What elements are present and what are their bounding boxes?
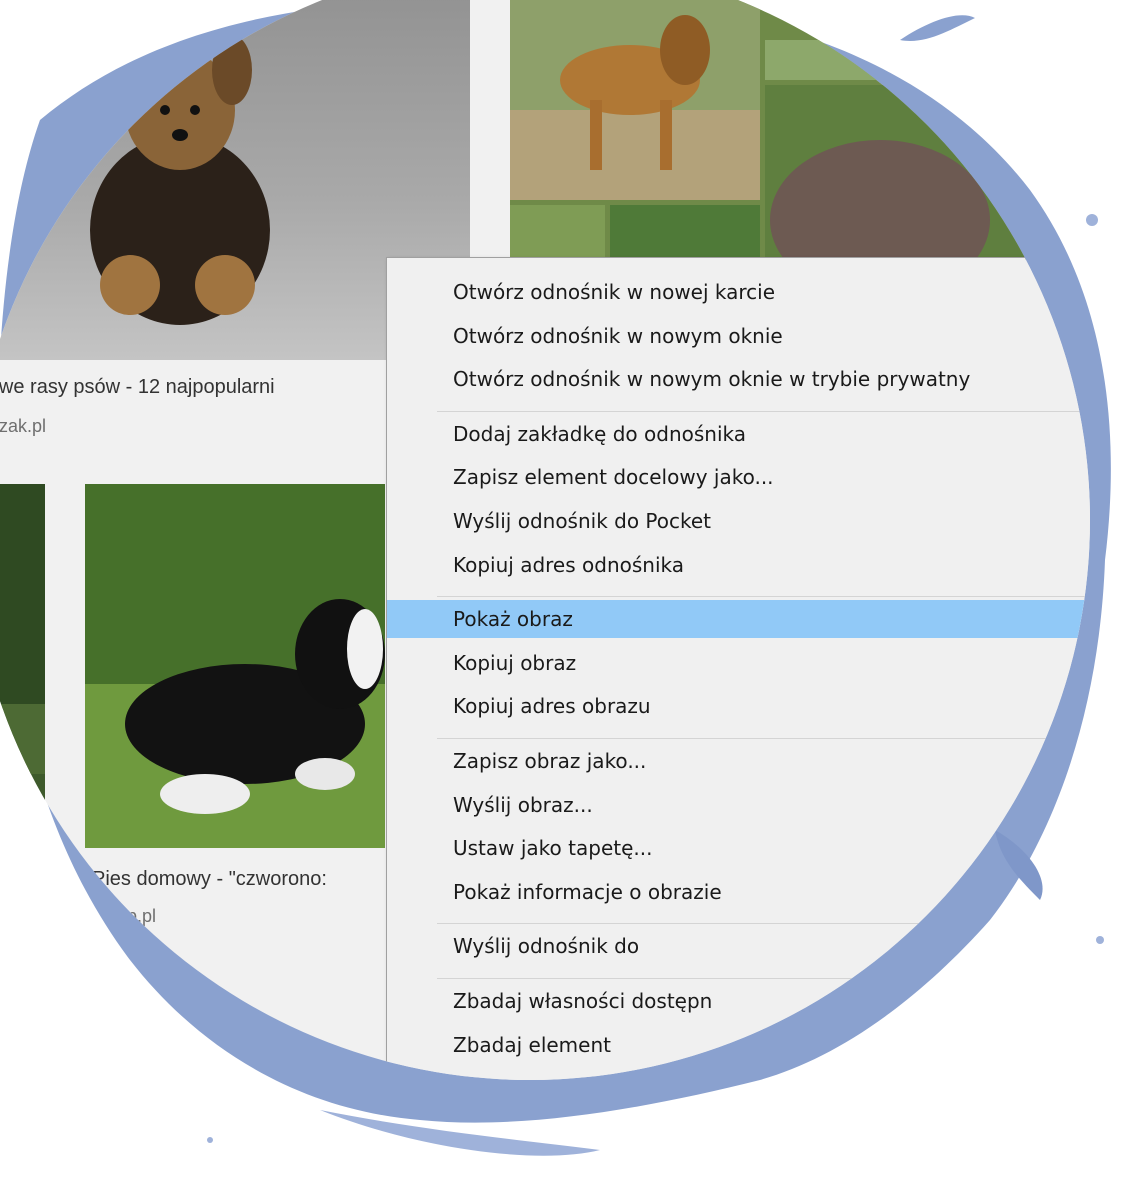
context-menu-item-label: Otwórz odnośnik w nowej karcie: [453, 280, 776, 304]
context-menu-separator: [437, 410, 1090, 412]
context-menu-item[interactable]: Kopiuj adres odnośnika: [387, 546, 1090, 584]
result-source-2: ¹ikp.pl: [108, 906, 157, 926]
context-menu-item[interactable]: Kopiuj obraz: [387, 644, 1090, 682]
context-menu-item-label: Zapisz element docelowy jako...: [453, 465, 774, 490]
magnified-lens: urowe rasy psów - 12 najpopularni vierza…: [0, 0, 1090, 1080]
context-menu-item-label: Kopiuj adres odnośnika: [453, 552, 684, 577]
context-menu-item-label: Zbadaj własności dostępn: [453, 989, 713, 1013]
context-menu-item-label: Wyślij odnośnik do Pocket: [453, 509, 712, 533]
context-menu-item[interactable]: Zapisz element docelowy jako...: [387, 458, 1090, 496]
context-menu-item[interactable]: Zbadaj własności dostępn: [387, 982, 1090, 1020]
bloodhound-collage-image: [510, 0, 1090, 260]
context-menu-item-label: Dodaj zakładkę do odnośnika: [453, 421, 746, 446]
context-menu-item[interactable]: Wyślij obraz...: [387, 786, 1090, 824]
result-thumbnail-bloodhound[interactable]: [510, 0, 1090, 260]
context-menu-item-label: Wyślij odnośnik do: [453, 934, 640, 959]
context-menu-item-label: Pokaż obraz: [453, 607, 573, 632]
image-search-page: urowe rasy psów - 12 najpopularni vierza…: [0, 0, 1090, 1080]
context-menu-item[interactable]: Wyślij odnośnik do Pocket: [387, 502, 1090, 540]
context-menu-item[interactable]: Otwórz odnośnik w nowym oknie: [387, 317, 1090, 355]
context-menu-item[interactable]: Ustaw jako tapetę...: [387, 829, 1090, 867]
context-menu-item-label: Wyślij obraz...: [453, 792, 593, 817]
border-collie-image: [85, 484, 385, 848]
context-menu-separator: [437, 738, 1090, 739]
context-menu: Otwórz odnośnik w nowej karcie Otwórz odn…: [386, 257, 1090, 1080]
context-menu-item[interactable]: Zapisz obraz jako...: [387, 742, 1090, 780]
context-menu-item-label: Zbadaj element: [453, 1032, 611, 1057]
context-menu-item[interactable]: Dodaj zakładkę do odnośnika: [387, 415, 1090, 453]
context-menu-item-label: Pokaż informacje o obrazie: [453, 879, 722, 904]
context-menu-item-label: Otwórz odnośnik w nowym oknie w trybie p…: [453, 367, 971, 392]
context-menu-item[interactable]: Otwórz odnośnik w nowej karcie: [387, 273, 1090, 311]
context-menu-separator: [437, 923, 1090, 925]
result-caption-2[interactable]: Pies domowy - "czworono:: [92, 868, 327, 891]
context-menu-item[interactable]: Otwórz odnośnik w nowym oknie w trybie p…: [387, 360, 1090, 398]
context-menu-item[interactable]: Wyślij odnośnik do: [387, 927, 1090, 965]
context-menu-item[interactable]: Kopiuj adres obrazu: [387, 687, 1090, 725]
context-menu-separator: [437, 596, 1090, 598]
context-menu-item-label: Otwórz odnośnik w nowym oknie: [453, 323, 783, 348]
result-caption-1[interactable]: urowe rasy psów - 12 najpopularni: [0, 376, 275, 399]
context-menu-item[interactable]: Pokaż informacje o obrazie: [387, 873, 1090, 911]
context-menu-separator: [437, 978, 1090, 979]
context-menu-item[interactable]: Pokaż obraz: [387, 600, 1090, 639]
context-menu-item[interactable]: Zbadaj element: [387, 1026, 1090, 1064]
result-source-1: vierzak.pl: [0, 416, 47, 436]
context-menu-item-label: Ustaw jako tapetę...: [453, 836, 653, 861]
partial-dog-image: [0, 484, 45, 824]
context-menu-item-label: Kopiuj adres obrazu: [453, 694, 651, 719]
result-thumbnail-partial-left[interactable]: [0, 484, 45, 834]
context-menu-item-label: Zapisz obraz jako...: [453, 749, 647, 773]
context-menu-item-label: Kopiuj obraz: [453, 650, 577, 675]
result-thumbnail-border-collie[interactable]: [85, 484, 385, 848]
